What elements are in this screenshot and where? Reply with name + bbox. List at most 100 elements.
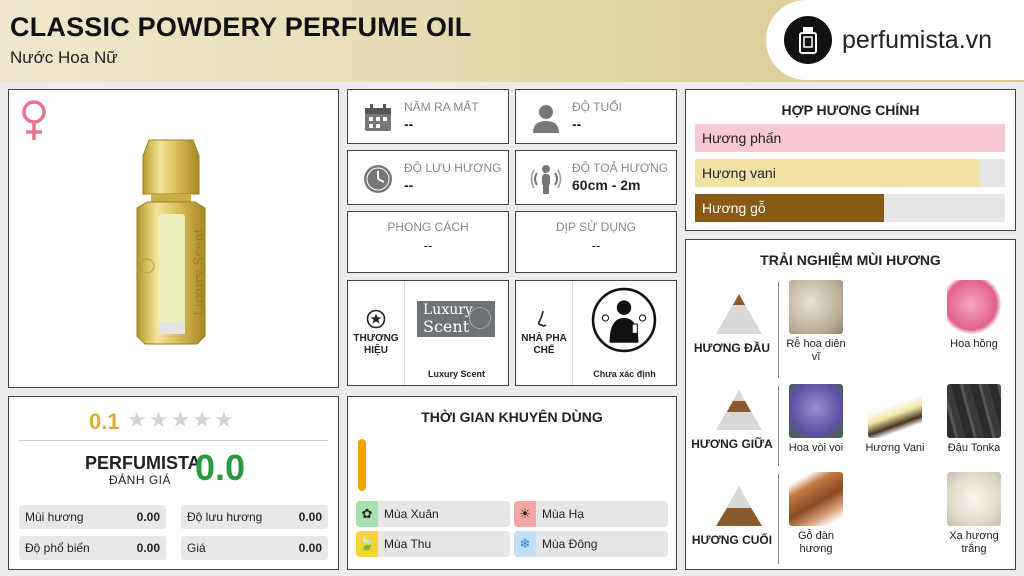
season-winter[interactable]: ❄ Mùa Đông — [514, 531, 668, 557]
product-subtitle: Nước Hoa Nữ — [10, 48, 118, 67]
age-label: ĐỘ TUỔI — [572, 100, 622, 114]
brand-label: THƯƠNG HIỆU — [353, 333, 399, 356]
nose-icon — [538, 310, 547, 327]
note-label: Đậu Tonka — [947, 442, 1001, 454]
metric-price: Giá 0.00 — [181, 536, 328, 560]
brand-card[interactable]: THƯƠNG HIỆU Luxury Scent Luxury Scent — [347, 280, 509, 386]
season-autumn[interactable]: 🍃 Mùa Thu — [356, 531, 510, 557]
note-vanilla[interactable]: Hương Vani — [863, 384, 927, 455]
logo-text: perfumista.vn — [842, 25, 993, 54]
divider — [778, 282, 779, 378]
metric-scent: Mùi hương 0.00 — [19, 505, 166, 529]
star-rating[interactable]: ★ ★ ★ ★ ★ — [127, 409, 234, 431]
tonka-bean-image — [947, 384, 1001, 438]
age-value: -- — [572, 116, 582, 132]
metric-value: 0.00 — [298, 541, 322, 555]
star-icon[interactable]: ★ — [127, 409, 147, 431]
accord-bar: Hương phấn — [695, 124, 1005, 152]
venus-icon — [22, 100, 46, 140]
brand-logo-emblem-icon — [469, 307, 491, 329]
note-label: Rễ hoa diên vĩ — [786, 338, 846, 363]
time-bar — [358, 439, 366, 491]
sillage-tile: ĐỘ TOẢ HƯƠNG 60cm - 2m — [515, 150, 677, 205]
middle-notes-label: HƯƠNG GIỮA — [691, 437, 773, 451]
perfume-bottle-logo-icon — [784, 16, 832, 64]
perfumer-card[interactable]: NHÀ PHA CHẾ Chưa xác định — [515, 280, 677, 386]
season-spring[interactable]: ✿ Mùa Xuân — [356, 501, 510, 527]
season-summer[interactable]: ☀ Mùa Hạ — [514, 501, 668, 527]
note-rose[interactable]: Hoa hồng — [942, 280, 1006, 351]
metric-label: Độ phổ biến — [25, 541, 90, 555]
perfumista-score: 0.0 — [195, 447, 246, 488]
user-score: 0.1 — [89, 409, 120, 434]
sillage-label: ĐỘ TOẢ HƯƠNG — [572, 161, 669, 175]
divider — [19, 440, 328, 441]
recommended-time-card: THỜI GIAN KHUYÊN DÙNG ✿ Mùa Xuân ☀ Mùa H… — [347, 396, 677, 570]
vanilla-image — [868, 384, 922, 438]
star-icon[interactable]: ★ — [214, 409, 234, 431]
star-icon[interactable]: ★ — [149, 409, 169, 431]
note-label: Hoa vòi voi — [788, 442, 844, 454]
accord-label: Hương phấn — [702, 130, 782, 146]
note-white-musk[interactable]: Xạ hương trắng — [942, 472, 1006, 556]
style-value: -- — [423, 238, 433, 253]
site-logo[interactable]: perfumista.vn — [766, 0, 1024, 80]
main-accords-card: HỢP HƯƠNG CHÍNH Hương phấn Hương vani Hư… — [685, 89, 1016, 231]
note-label: Hương Vani — [865, 442, 925, 454]
star-icon[interactable]: ★ — [170, 409, 190, 431]
page-header: CLASSIC POWDERY PERFUME OIL Nước Hoa Nữ … — [0, 0, 1024, 82]
note-label: Gỗ đàn hương — [797, 530, 835, 555]
pyramid-top-icon — [716, 294, 762, 334]
season-label: Mùa Thu — [384, 537, 432, 551]
perfumer-label: NHÀ PHA CHẾ — [521, 333, 567, 356]
sandalwood-image — [789, 472, 843, 526]
brand-logo-line-1: Luxury — [423, 302, 473, 318]
star-badge-icon — [366, 309, 386, 329]
accord-label: Hương vani — [702, 165, 776, 181]
note-tonka-bean[interactable]: Đậu Tonka — [942, 384, 1006, 455]
sillage-person-icon — [530, 165, 562, 194]
star-icon[interactable]: ★ — [192, 409, 212, 431]
metric-value: 0.00 — [136, 541, 160, 555]
occasion-tile: DỊP SỬ DỤNG -- — [515, 211, 677, 273]
metric-label: Giá — [187, 541, 206, 555]
style-tile: PHONG CÁCH -- — [347, 211, 509, 273]
perfumista-label: PERFUMISTA — [85, 453, 201, 473]
leaf-icon: 🍃 — [356, 531, 378, 557]
main-accords-title: HỢP HƯƠNG CHÍNH — [781, 102, 920, 118]
svg-text:Luxury Scent: Luxury Scent — [192, 227, 207, 316]
season-label: Mùa Hạ — [542, 507, 585, 521]
brand-logo: Luxury Scent — [417, 301, 495, 337]
note-hydrangea[interactable]: Hoa vòi voi — [784, 384, 848, 455]
product-image-card: Luxury Scent — [8, 89, 339, 388]
hydrangea-image — [789, 384, 843, 438]
metric-longevity: Độ lưu hương 0.00 — [181, 505, 328, 529]
longevity-tile: ĐỘ LƯU HƯƠNG -- — [347, 150, 509, 205]
clock-icon — [364, 165, 392, 193]
rose-image — [947, 280, 1001, 334]
metric-label: Mùi hương — [25, 510, 84, 524]
scent-experience-title: TRẢI NGHIỆM MÙI HƯƠNG — [760, 252, 941, 268]
brand-logo-line-2: Scent — [423, 317, 470, 336]
perfumer-name: Chưa xác định — [572, 363, 676, 385]
perfumer-avatar-icon — [591, 287, 657, 353]
base-notes-label: HƯƠNG CUỐI — [691, 533, 773, 547]
longevity-value: -- — [404, 177, 414, 193]
note-orris-root[interactable]: Rễ hoa diên vĩ — [784, 280, 848, 364]
pyramid-middle-icon — [716, 390, 762, 430]
note-label: Hoa hồng — [950, 338, 998, 350]
top-notes-label: HƯƠNG ĐẦU — [693, 341, 771, 355]
brand-logo-area: Luxury Scent — [404, 281, 508, 363]
product-title: CLASSIC POWDERY PERFUME OIL — [10, 12, 472, 42]
note-sandalwood[interactable]: Gỗ đàn hương — [784, 472, 848, 556]
divider — [778, 386, 779, 466]
rating-card: 0.1 ★ ★ ★ ★ ★ PERFUMISTA ĐÁNH GIÁ 0.0 Mù… — [8, 396, 339, 570]
season-label: Mùa Xuân — [384, 507, 439, 521]
perfumer-image-area — [572, 281, 676, 363]
metric-label: Độ lưu hương — [187, 510, 263, 524]
accord-bar: Hương gỗ — [695, 194, 1005, 222]
scent-experience-card: TRẢI NGHIỆM MÙI HƯƠNG HƯƠNG ĐẦU Rễ hoa d… — [685, 239, 1016, 570]
calendar-icon — [365, 104, 391, 131]
white-musk-image — [947, 472, 1001, 526]
sun-icon: ☀ — [514, 501, 536, 527]
